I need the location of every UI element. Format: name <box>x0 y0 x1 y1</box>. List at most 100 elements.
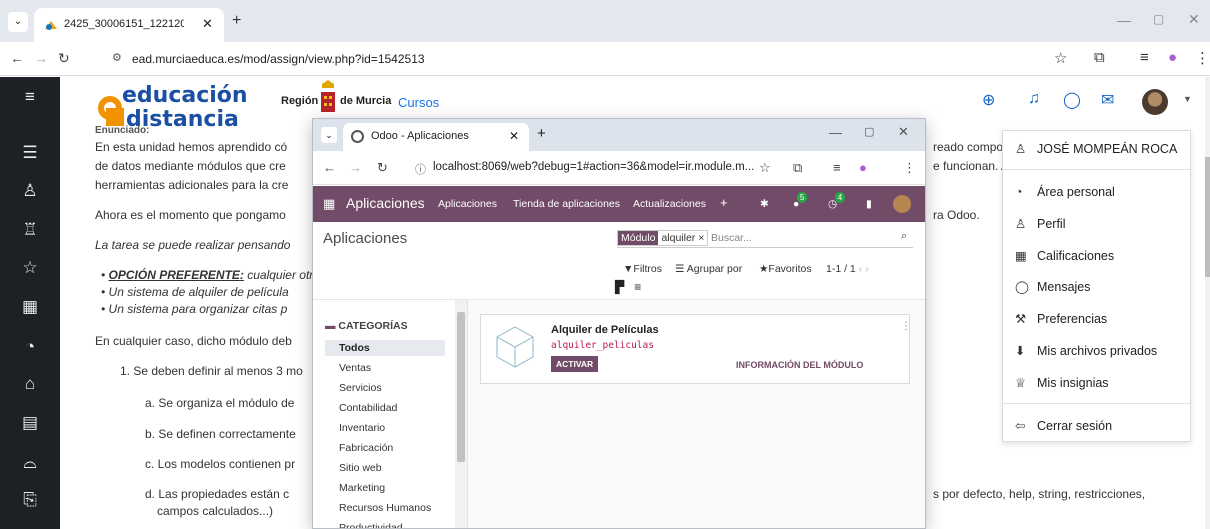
app-grid-icon[interactable]: ▦ <box>323 196 335 212</box>
close-tab-icon[interactable]: ✕ <box>202 16 213 32</box>
more-options-icon[interactable]: ⋮ <box>901 321 911 332</box>
notifications-bell-icon[interactable]: ♫ <box>1028 90 1040 108</box>
category-scrollbar[interactable] <box>455 300 467 528</box>
window-minimize-button[interactable]: — <box>829 125 842 140</box>
debug-bug-icon[interactable]: ✱ <box>760 198 769 210</box>
window-maximize-button[interactable]: ▢ <box>864 125 874 138</box>
odoo-search-bar[interactable]: Módulo alquiler × Buscar... ⌕ <box>617 228 913 248</box>
chevron-down-icon[interactable]: ▼ <box>1183 94 1192 104</box>
new-tab-button[interactable]: + <box>537 125 546 142</box>
reload-icon[interactable]: ↻ <box>58 50 70 67</box>
mail-envelope-icon[interactable]: ✉ <box>1101 90 1114 110</box>
scrollbar-thumb[interactable] <box>457 312 465 462</box>
facet-value[interactable]: alquiler × <box>658 231 708 245</box>
discuss-chat-icon[interactable]: ● 5 <box>793 192 808 210</box>
reading-list-icon[interactable]: ≡ <box>833 160 841 175</box>
participants-icon[interactable]: ♙ <box>0 181 60 201</box>
tab-search-button[interactable]: ⌄ <box>8 12 28 32</box>
page-scrollbar[interactable] <box>1205 77 1210 529</box>
course-index-icon[interactable]: ☰ <box>0 143 60 163</box>
extensions-icon[interactable]: ⧉ <box>1094 49 1105 66</box>
nav-menu-aplicaciones[interactable]: Aplicaciones <box>438 198 497 210</box>
menu-item-calificaciones[interactable]: ▦ Calificaciones <box>1015 248 1114 263</box>
menu-item-logout[interactable]: ⇦ Cerrar sesión <box>1015 418 1112 433</box>
nav-link-cursos[interactable]: Cursos <box>398 95 439 110</box>
favorites-button[interactable]: ★Favoritos <box>759 263 812 275</box>
menu-item-preferencias[interactable]: ⚒ Preferencias <box>1015 311 1107 326</box>
scrollbar-thumb[interactable] <box>1205 157 1210 277</box>
window-maximize-button[interactable]: ▢ <box>1153 12 1164 26</box>
activity-clock-icon[interactable]: ◷ 4 <box>828 192 846 210</box>
badges-icon[interactable]: ♖ <box>0 220 60 240</box>
browser-tab[interactable]: 2425_30006151_12212002_02_... ✕ <box>34 8 224 42</box>
menu-hamburger-icon[interactable]: ≡ <box>0 87 60 107</box>
bookmark-star-icon[interactable]: ☆ <box>759 160 771 176</box>
menu-item-mensajes[interactable]: ◯ Mensajes <box>1015 279 1091 294</box>
list-view-icon[interactable]: ≡ <box>634 280 641 294</box>
courses-graduation-icon[interactable]: ⌓ <box>0 453 60 473</box>
new-tab-button[interactable]: + <box>232 12 241 30</box>
category-marketing[interactable]: Marketing <box>325 480 445 496</box>
module-info-link[interactable]: INFORMACIÓN DEL MÓDULO <box>736 360 863 370</box>
window-close-button[interactable]: ✕ <box>1188 11 1200 28</box>
reload-icon[interactable]: ↻ <box>377 160 388 176</box>
window-minimize-button[interactable]: — <box>1117 12 1131 28</box>
browser-menu-icon[interactable]: ⋮ <box>903 160 916 176</box>
user-name-item[interactable]: ♙ JOSÉ MOMPEÁN ROCA <box>1015 141 1177 156</box>
nav-menu-tienda[interactable]: Tienda de aplicaciones <box>513 198 620 210</box>
profile-icon[interactable]: ● <box>1168 49 1177 66</box>
activate-button[interactable]: ACTIVAR <box>551 356 599 372</box>
home-icon[interactable]: ⌂ <box>0 374 60 394</box>
category-contabilidad[interactable]: Contabilidad <box>325 400 445 416</box>
odoo-user-avatar[interactable] <box>893 195 911 213</box>
pager[interactable]: 1-1 / 1 ‹ › <box>826 263 869 275</box>
menu-item-archivos[interactable]: ⬇ Mis archivos privados <box>1015 343 1157 358</box>
close-tab-icon[interactable]: ✕ <box>509 129 519 143</box>
content-bank-icon[interactable]: ⎘ <box>0 490 60 510</box>
extensions-icon[interactable]: ⧉ <box>793 160 802 176</box>
info-icon[interactable]: ⓘ <box>415 161 426 177</box>
category-servicios[interactable]: Servicios <box>325 380 445 396</box>
notes-icon[interactable]: ▮ <box>866 198 872 210</box>
user-avatar[interactable] <box>1142 89 1168 115</box>
grades-icon[interactable]: ▦ <box>0 297 60 317</box>
pager-arrows-icon[interactable]: ‹ › <box>859 263 869 275</box>
bookmark-star-icon[interactable]: ☆ <box>1054 49 1067 67</box>
category-productividad[interactable]: Productividad <box>325 520 445 528</box>
popup-tab-search-button[interactable]: ⌄ <box>321 127 337 143</box>
search-icon[interactable]: ⌕ <box>901 230 907 243</box>
category-ventas[interactable]: Ventas <box>325 360 445 376</box>
calendar-icon[interactable]: ▤ <box>0 413 60 433</box>
module-card[interactable]: Alquiler de Películas alquiler_peliculas… <box>480 314 911 384</box>
url-field[interactable]: ⚙ ead.murciaeduca.es/mod/assign/view.php… <box>104 47 1210 71</box>
category-todos[interactable]: Todos <box>325 340 445 356</box>
competencies-star-icon[interactable]: ☆ <box>0 258 60 278</box>
category-fabricacion[interactable]: Fabricación <box>325 440 445 456</box>
search-input[interactable]: Buscar... <box>711 232 752 244</box>
category-sitio-web[interactable]: Sitio web <box>325 460 445 476</box>
nav-menu-plus[interactable]: + <box>720 195 728 210</box>
search-facet[interactable]: Módulo alquiler × <box>617 230 709 246</box>
popup-url-field[interactable]: ⓘ localhost:8069/web?debug=1#action=36&m… <box>411 157 781 179</box>
odoo-app-name[interactable]: Aplicaciones <box>346 195 425 211</box>
back-icon[interactable]: ← <box>10 50 24 66</box>
category-inventario[interactable]: Inventario <box>325 420 445 436</box>
messages-bubble-icon[interactable]: ◯ <box>1063 90 1081 110</box>
group-by-button[interactable]: ☰ Agrupar por <box>675 263 742 275</box>
category-recursos-humanos[interactable]: Recursos Humanos <box>325 500 445 516</box>
forward-icon[interactable]: → <box>34 50 48 66</box>
forward-icon[interactable]: → <box>349 160 362 175</box>
language-globe-icon[interactable]: ⊕ <box>982 90 995 110</box>
dashboard-icon[interactable]: ◔ <box>0 337 60 357</box>
popup-tab[interactable]: Odoo - Aplicaciones ✕ <box>343 123 529 151</box>
menu-item-area-personal[interactable]: ◔ Área personal <box>1015 185 1115 199</box>
kanban-view-icon[interactable]: ▛ <box>615 280 624 294</box>
filters-button[interactable]: ▼Filtros <box>623 263 662 275</box>
menu-item-insignias[interactable]: ♕ Mis insignias <box>1015 375 1109 390</box>
window-close-button[interactable]: ✕ <box>898 124 909 140</box>
menu-item-perfil[interactable]: ♙ Perfil <box>1015 216 1065 231</box>
nav-menu-actualizaciones[interactable]: Actualizaciones <box>633 198 706 210</box>
back-icon[interactable]: ← <box>323 160 336 175</box>
reading-list-icon[interactable]: ≡ <box>1140 49 1149 66</box>
site-info-icon[interactable]: ⚙ <box>112 51 122 64</box>
